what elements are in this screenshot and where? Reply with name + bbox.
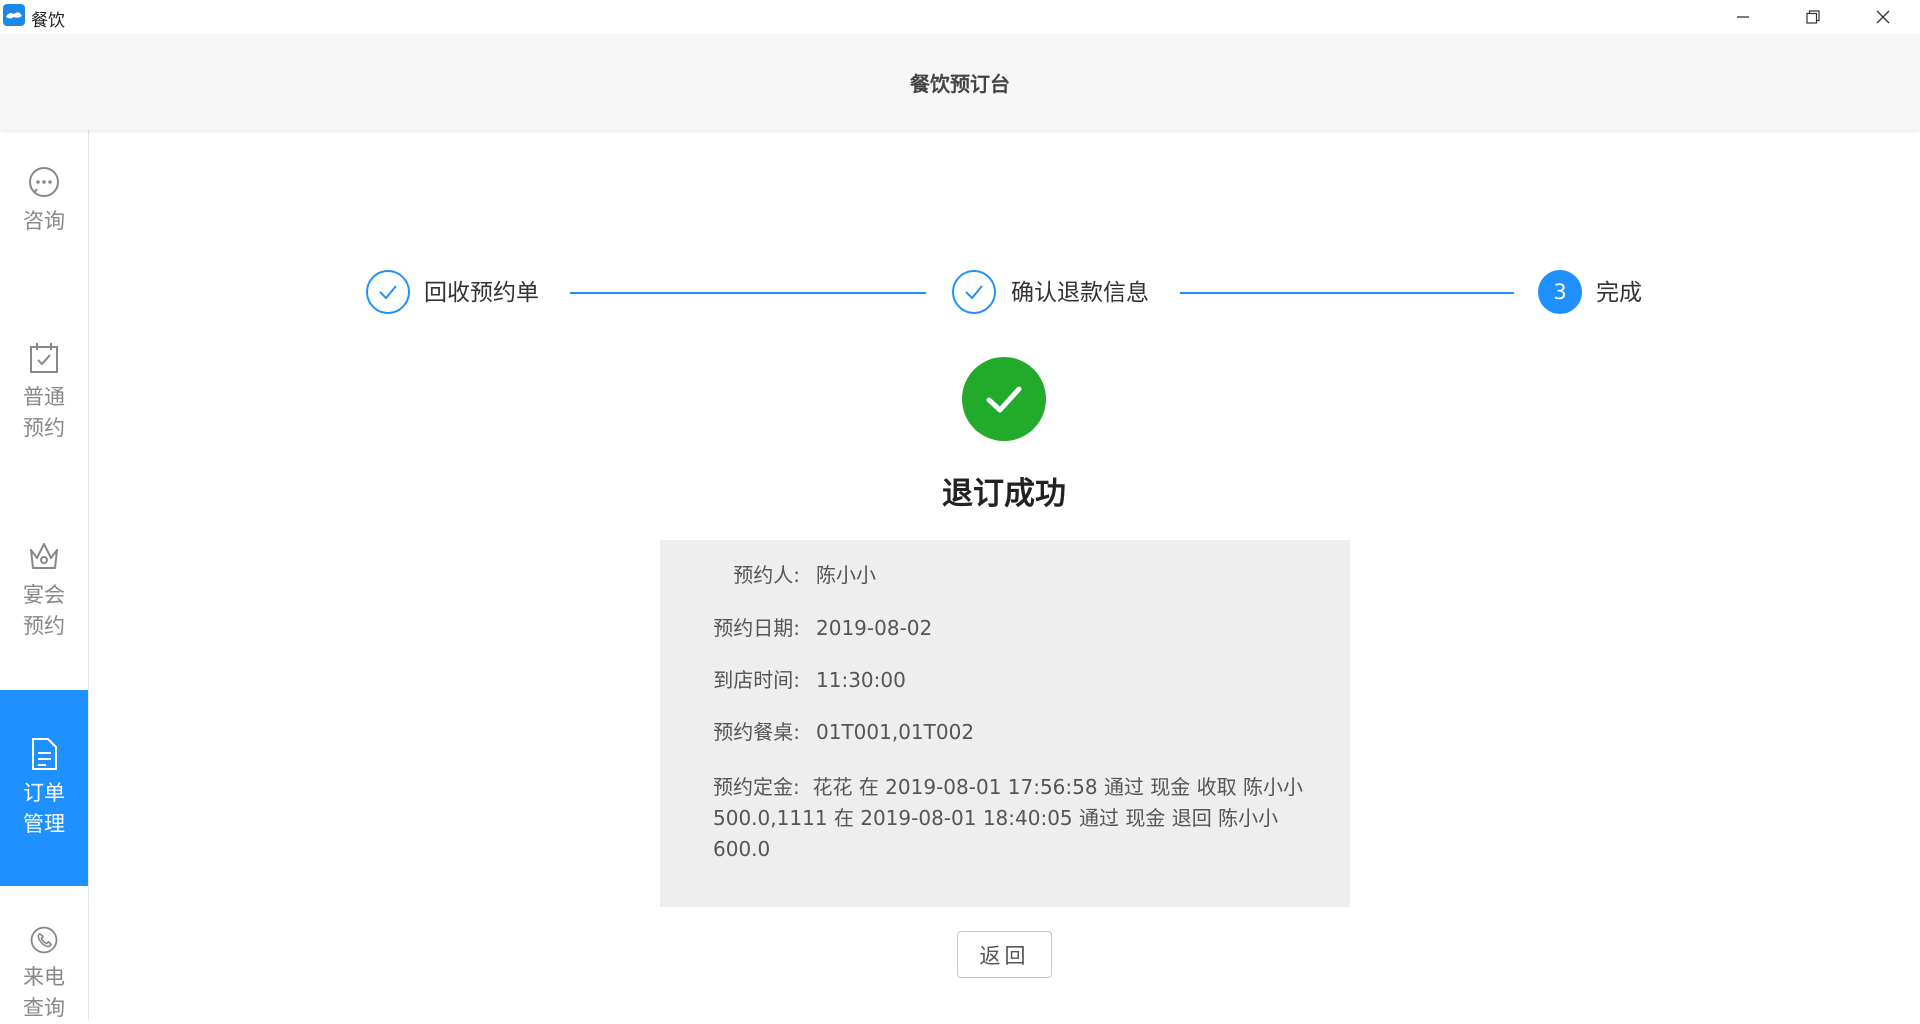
sidebar-item-normal-booking[interactable]: 普通 预约 bbox=[0, 340, 88, 500]
deposit-line: 花花 在 2019-08-01 17:56:58 通过 现金 收取 陈小小 bbox=[812, 775, 1304, 799]
close-icon bbox=[1876, 10, 1890, 24]
sidebar-item-label: 来电 bbox=[23, 965, 65, 989]
sidebar-item-banquet-booking[interactable]: 宴会 预约 bbox=[0, 538, 88, 698]
back-button[interactable]: 返回 bbox=[957, 931, 1052, 978]
field-label: 预约餐桌: bbox=[713, 720, 800, 744]
close-button[interactable] bbox=[1848, 0, 1918, 34]
sidebar: 咨询 普通 预约 宴会 预约 订单 管理 来电 查询 bbox=[0, 130, 89, 1020]
step-1-status bbox=[366, 270, 410, 314]
sidebar-item-label: 查询 bbox=[23, 996, 65, 1020]
success-icon bbox=[962, 357, 1046, 441]
step-connector bbox=[570, 292, 926, 294]
check-icon bbox=[986, 386, 1022, 413]
sidebar-item-label: 宴会 bbox=[23, 583, 65, 607]
step-1-label: 回收预约单 bbox=[424, 280, 539, 306]
chat-icon bbox=[29, 167, 59, 197]
field-value: 陈小小 bbox=[816, 563, 876, 587]
sidebar-item-label: 咨询 bbox=[23, 209, 65, 233]
restore-button[interactable] bbox=[1778, 0, 1848, 34]
sidebar-item-order-management[interactable]: 订单 管理 bbox=[0, 690, 88, 886]
restore-icon bbox=[1806, 10, 1820, 24]
step-connector bbox=[1180, 292, 1514, 294]
sidebar-item-consult[interactable]: 咨询 bbox=[0, 164, 88, 296]
crown-icon bbox=[30, 543, 58, 569]
check-icon bbox=[965, 285, 983, 300]
result-title: 退订成功 bbox=[942, 476, 1066, 512]
minimize-button[interactable] bbox=[1708, 0, 1778, 34]
field-deposit: 预约定金: 花花 在 2019-08-01 17:56:58 通过 现金 收取 … bbox=[713, 772, 1313, 865]
deposit-line: 600.0 bbox=[713, 837, 771, 861]
refund-details-panel: 预约人: 陈小小 预约日期: 2019-08-02 到店时间: 11:30:00… bbox=[660, 540, 1350, 907]
app-header: 餐饮预订台 bbox=[0, 34, 1920, 130]
sidebar-item-label: 订单 bbox=[23, 781, 65, 805]
field-value: 11:30:00 bbox=[816, 668, 906, 692]
sidebar-item-label: 预约 bbox=[23, 614, 65, 638]
minimize-icon bbox=[1737, 16, 1749, 18]
check-icon bbox=[379, 285, 397, 300]
step-3-number: 3 bbox=[1538, 270, 1582, 314]
sidebar-item-label: 预约 bbox=[23, 416, 65, 440]
field-label: 预约日期: bbox=[713, 616, 800, 640]
header-title: 餐饮预订台 bbox=[910, 71, 1010, 96]
window-title: 餐饮 bbox=[31, 11, 65, 31]
sidebar-item-call-lookup[interactable]: 来电 查询 bbox=[0, 924, 88, 1024]
app-logo-icon bbox=[3, 4, 25, 26]
field-label: 预约定金: bbox=[713, 775, 800, 799]
sidebar-item-label: 管理 bbox=[23, 812, 65, 836]
deposit-line: 500.0,1111 在 2019-08-01 18:40:05 通过 现金 退… bbox=[713, 806, 1279, 830]
sidebar-item-label: 普通 bbox=[23, 385, 65, 409]
step-2-status bbox=[952, 270, 996, 314]
calendar-check-icon bbox=[30, 343, 58, 373]
document-icon bbox=[32, 738, 57, 770]
field-value: 2019-08-02 bbox=[816, 616, 933, 640]
field-value: 01T001,01T002 bbox=[816, 720, 975, 744]
phone-icon bbox=[30, 926, 58, 954]
field-label: 预约人: bbox=[733, 563, 800, 587]
step-2-label: 确认退款信息 bbox=[1011, 280, 1149, 306]
step-3-label: 完成 bbox=[1596, 280, 1642, 306]
window-titlebar: 餐饮 bbox=[0, 0, 1920, 34]
field-label: 到店时间: bbox=[713, 668, 800, 692]
